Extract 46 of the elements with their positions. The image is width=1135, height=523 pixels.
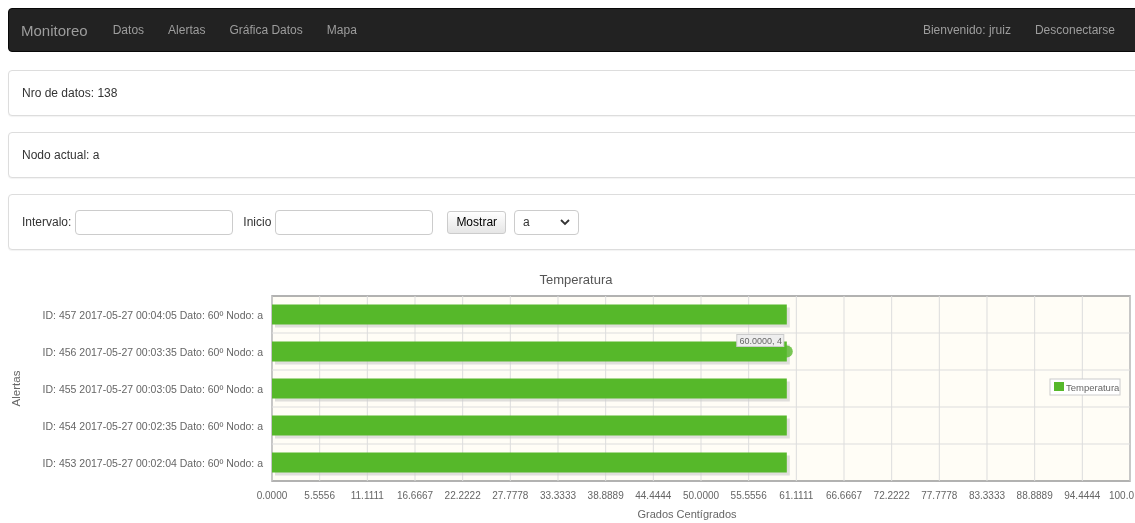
y-category-label: ID: 454 2017-05-27 00:02:35 Dato: 60º Nodo: a xyxy=(42,419,263,432)
y-category-label: ID: 456 2017-05-27 00:03:35 Dato: 60º Nodo: a xyxy=(42,345,263,358)
chart-title: Temperatura xyxy=(539,272,613,287)
x-tick-label: 5.5556 xyxy=(304,490,335,501)
logout-link[interactable]: Desconectarse xyxy=(1022,23,1127,37)
x-tick-label: 77.7778 xyxy=(921,490,958,501)
x-tick-label: 100.0 xyxy=(1108,490,1134,501)
y-axis-title: Alertas xyxy=(10,370,22,407)
chevron-icon xyxy=(560,218,571,226)
nav-link[interactable]: Alertas xyxy=(156,23,218,37)
x-tick-label: 61.1111 xyxy=(779,490,814,501)
x-tick-label: 11.1111 xyxy=(350,490,384,501)
x-tick-label: 72.2222 xyxy=(873,490,910,501)
welcome-text: Bienvenido: jruiz xyxy=(921,23,1012,37)
x-tick-label: 16.6667 xyxy=(396,490,434,501)
brand-link[interactable]: Monitoreo xyxy=(9,21,101,39)
interval-label: Intervalo: xyxy=(22,215,72,229)
start-label: Inicio xyxy=(243,215,272,229)
x-tick-label: 22.2222 xyxy=(444,490,481,501)
x-tick-label: 55.5556 xyxy=(730,490,767,501)
x-tick-label: 83.3333 xyxy=(968,490,1006,501)
x-tick-label: 38.8889 xyxy=(587,490,624,501)
nav-link[interactable]: Mapa xyxy=(314,23,369,37)
x-tick-label: 50.0000 xyxy=(682,490,720,501)
x-axis-title: Grados Centígrados xyxy=(637,508,737,520)
y-category-label: ID: 455 2017-05-27 00:03:05 Dato: 60º Nodo: a xyxy=(42,382,263,395)
tooltip: 60.0000, 4 xyxy=(736,334,785,347)
x-tick-label: 0.0000 xyxy=(256,490,288,501)
info-text: Nro de datos: 138 xyxy=(22,86,118,100)
node-select[interactable]: a xyxy=(514,209,580,235)
interval-field[interactable] xyxy=(75,209,234,235)
x-tick-label: 33.3333 xyxy=(539,490,577,501)
nav-link[interactable]: Datos xyxy=(100,23,157,37)
y-category-label: ID: 453 2017-05-27 00:02:04 Dato: 60º Nodo: a xyxy=(42,456,263,469)
x-tick-label: 94.4444 xyxy=(1064,490,1101,501)
show-button[interactable]: Mostrar xyxy=(447,210,507,234)
start-field[interactable] xyxy=(275,209,434,235)
x-tick-label: 27.7778 xyxy=(492,490,529,501)
y-category-label: ID: 457 2017-05-27 00:04:05 Dato: 60º Nodo: a xyxy=(42,308,263,321)
legend-label: Temperatura xyxy=(1066,382,1121,393)
nav-link[interactable]: Gráfica Datos xyxy=(217,23,315,37)
info-text: Nodo actual: a xyxy=(22,148,100,162)
x-tick-label: 44.4444 xyxy=(635,490,672,501)
x-tick-label: 88.8889 xyxy=(1016,490,1053,501)
legend: Temperatura xyxy=(1049,378,1121,396)
x-tick-label: 66.6667 xyxy=(825,490,863,501)
